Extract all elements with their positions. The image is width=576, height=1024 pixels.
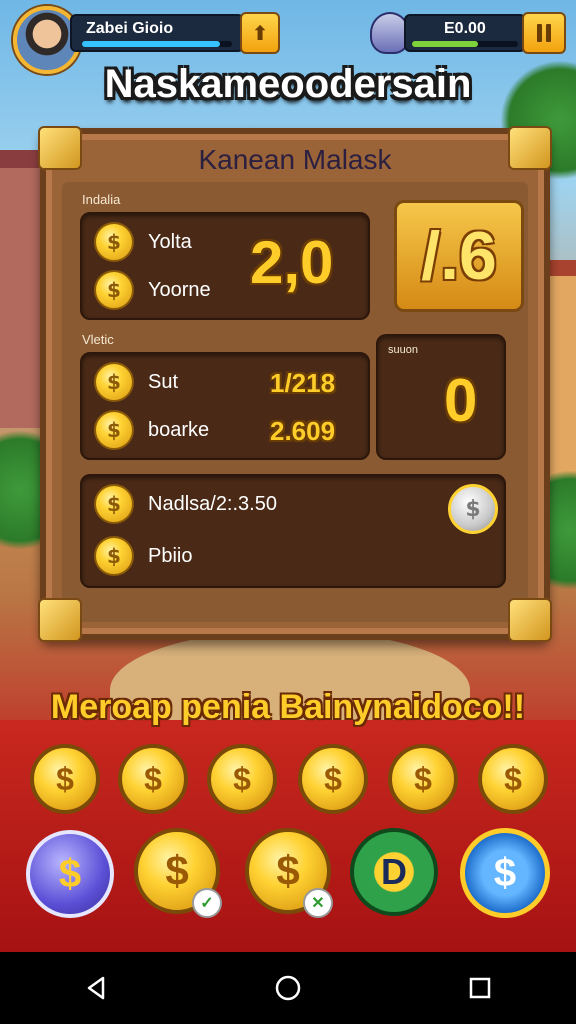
- special-coin-gold-check[interactable]: $ ✓: [134, 828, 222, 918]
- back-icon: [87, 976, 105, 1000]
- coin-symbol: $: [276, 847, 300, 894]
- coin-icon: $: [94, 362, 134, 402]
- system-nav-bar: [0, 952, 576, 1024]
- side-value: 0: [444, 367, 478, 434]
- player-name: Zabei Gioio: [86, 20, 174, 37]
- coin-button[interactable]: $: [388, 744, 458, 814]
- check-icon: ✓: [192, 888, 222, 918]
- coin-button[interactable]: $: [118, 744, 188, 814]
- corner-ornament: [38, 598, 82, 642]
- corner-ornament: [508, 598, 552, 642]
- stats-panel: Kanean Malask Indalia $ Yolta $ Yoorne 2…: [38, 126, 552, 642]
- section1-label: Indalia: [82, 192, 121, 207]
- section2-row-1: $ Sut: [94, 362, 178, 402]
- pause-icon: [537, 24, 542, 42]
- cash-bar: E0.00: [404, 14, 526, 52]
- promo-banner: Meroap penia Bainynaidoco!!: [50, 688, 526, 726]
- section3-box: $ Nadlsa/2:.3.50 $ Pbiio $: [80, 474, 506, 588]
- panel-title: Kanean Malask: [198, 144, 392, 175]
- player-name-bar: Zabei Gioio: [70, 14, 244, 52]
- section2-row-2: $ boarke: [94, 410, 209, 450]
- back-button[interactable]: [66, 958, 126, 1018]
- section1-value: 2,0: [250, 229, 334, 296]
- home-icon: [275, 975, 301, 1001]
- coin-icon: $: [94, 270, 134, 310]
- cash-progress-bar: [412, 41, 518, 47]
- multiplier-value: /.6: [421, 218, 497, 294]
- special-coin-green[interactable]: D: [350, 828, 438, 916]
- coin-icon: $: [94, 222, 134, 262]
- section3-row-2: $ Pbiio: [94, 536, 192, 576]
- multiplier-box[interactable]: /.6: [394, 200, 524, 312]
- coin-symbol: $: [165, 847, 189, 894]
- row-label: Yoorne: [148, 278, 211, 301]
- coin-icon: $: [94, 410, 134, 450]
- corner-ornament: [38, 126, 82, 170]
- coin-button[interactable]: $: [207, 744, 277, 814]
- section1-row-2: $ Yoorne: [94, 270, 211, 310]
- pause-button[interactable]: [522, 12, 566, 54]
- row-label: Pbiio: [148, 544, 193, 567]
- game-title: Naskameoodersain: [104, 62, 472, 106]
- xp-bar: [82, 41, 232, 47]
- row-label: boarke: [148, 418, 210, 441]
- row-label: Nadlsa/2:.3.50: [148, 492, 277, 515]
- coin-icon: $: [94, 484, 134, 524]
- pause-icon-bar: [546, 24, 551, 42]
- special-coin-purple[interactable]: $: [26, 830, 114, 918]
- section2-label: Vletic: [82, 332, 114, 347]
- special-coin-gold-cross[interactable]: $ ✕: [245, 828, 333, 918]
- coin-button[interactable]: $: [298, 744, 368, 814]
- row-value: 2.609: [270, 416, 336, 446]
- coin-icon: $: [94, 536, 134, 576]
- upgrade-button[interactable]: ⬆: [240, 12, 280, 54]
- cross-icon: ✕: [303, 888, 333, 918]
- cash-progress-fill: [412, 41, 478, 47]
- xp-fill: [82, 41, 220, 47]
- arrow-up-icon: ⬆: [251, 21, 269, 45]
- cash-value: E0.00: [444, 20, 486, 37]
- section1-row-1: $ Yolta: [94, 222, 192, 262]
- row-value: 1/218: [270, 368, 336, 398]
- special-coin-blue[interactable]: $: [460, 828, 550, 918]
- coin-button[interactable]: $: [478, 744, 548, 814]
- silver-coin-button[interactable]: $: [448, 484, 498, 534]
- home-button[interactable]: [258, 958, 318, 1018]
- panel-inner: Indalia $ Yolta $ Yoorne 2,0 /.6 Vletic …: [62, 182, 528, 622]
- row-label: Sut: [148, 370, 179, 393]
- section2-side-box: suuon 0: [376, 334, 506, 460]
- row-label: Yolta: [148, 230, 192, 253]
- section3-row-1: $ Nadlsa/2:.3.50: [94, 484, 277, 524]
- side-label: suuon: [388, 344, 418, 356]
- section1-box: $ Yolta $ Yoorne 2,0: [80, 212, 370, 320]
- coin-button[interactable]: $: [30, 744, 100, 814]
- corner-ornament: [508, 126, 552, 170]
- section2-box: $ Sut 1/218 $ boarke 2.609: [80, 352, 370, 460]
- recents-button[interactable]: [450, 958, 510, 1018]
- recents-icon: [469, 977, 491, 999]
